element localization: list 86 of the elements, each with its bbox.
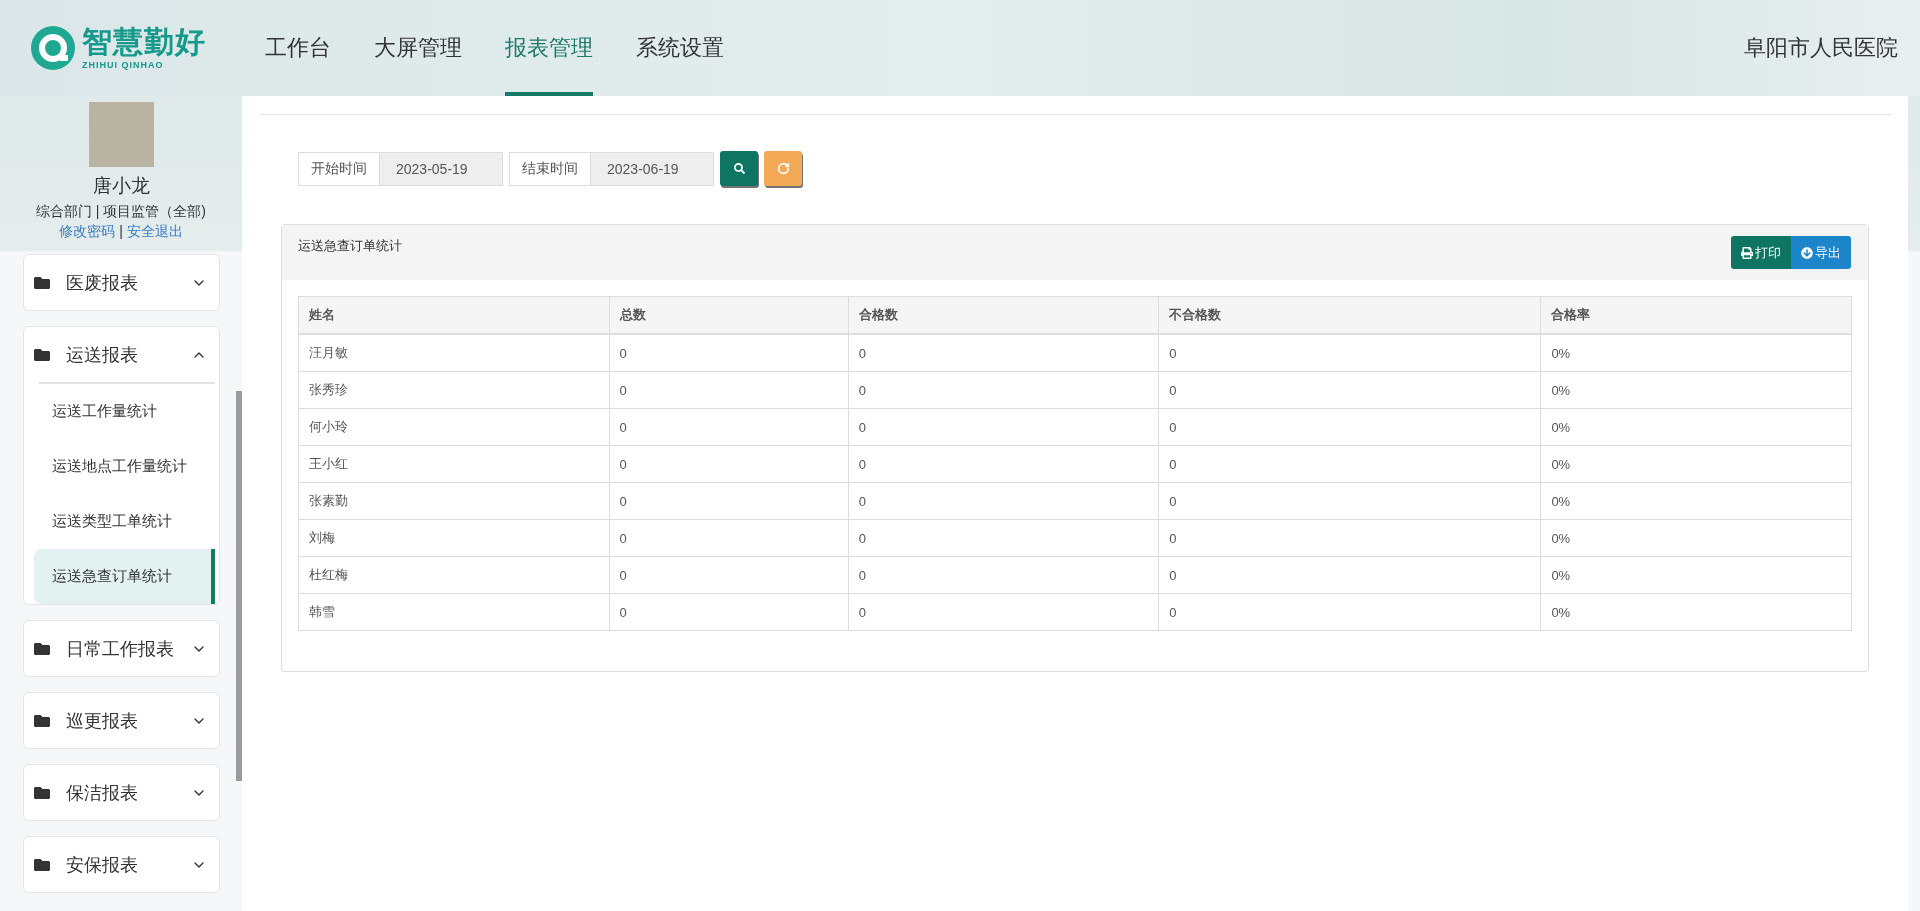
menu-item[interactable]: 运送工作量统计 [34, 384, 215, 439]
menu-group[interactable]: 保洁报表 [24, 765, 219, 820]
folder-icon [34, 856, 50, 873]
table-cell: 0 [1158, 519, 1541, 557]
table-cell: 0 [848, 408, 1159, 446]
table-cell: 0 [1158, 334, 1541, 372]
table-cell: 0% [1540, 593, 1852, 631]
separator: | [119, 223, 123, 241]
table-cell: 0% [1540, 482, 1852, 520]
table-cell: 0% [1540, 445, 1852, 483]
folder-icon [34, 346, 50, 363]
search-button[interactable] [720, 151, 758, 186]
user-link[interactable]: 修改密码 [59, 223, 116, 241]
menu-item[interactable]: 运送急查订单统计 [34, 549, 215, 604]
column-header: 合格率 [1540, 296, 1852, 334]
table-cell: 0% [1540, 334, 1852, 372]
user-department: 综合部门 | 项目监管（全部) [35, 203, 207, 221]
table-cell: 0 [609, 556, 849, 594]
print-button[interactable]: 打印 [1731, 236, 1791, 269]
table-cell: 0 [1158, 408, 1541, 446]
table-cell: 0 [848, 482, 1159, 520]
table-cell: 0% [1540, 408, 1852, 446]
menu-group[interactable]: 巡更报表 [24, 693, 219, 748]
table-cell: 0 [848, 445, 1159, 483]
scrollbar-thumb[interactable] [236, 391, 242, 781]
reset-button[interactable] [764, 151, 802, 186]
menu-group[interactable]: 医废报表 [24, 255, 219, 310]
table-cell: 0 [609, 593, 849, 631]
folder-icon [34, 640, 50, 657]
menu-group[interactable]: 日常工作报表 [24, 621, 219, 676]
table-cell: 0 [1158, 445, 1541, 483]
download-icon [1801, 246, 1813, 259]
nav-tab[interactable]: 系统设置 [636, 0, 724, 96]
table-cell: 0 [848, 371, 1159, 409]
column-header: 姓名 [298, 296, 610, 334]
table-cell: 0 [609, 334, 849, 372]
table-cell: 0 [848, 593, 1159, 631]
table-cell: 张素勤 [298, 482, 610, 520]
nav-tab[interactable]: 大屏管理 [374, 0, 462, 96]
table-cell: 0 [848, 556, 1159, 594]
printer-icon [1741, 246, 1753, 259]
table-cell: 0 [609, 445, 849, 483]
table-cell: 0% [1540, 556, 1852, 594]
table-cell: 杜红梅 [298, 556, 610, 594]
table-cell: 汪月敏 [298, 334, 610, 372]
table-cell: 0 [1158, 593, 1541, 631]
menu-group[interactable]: 安保报表 [24, 837, 219, 892]
table-cell: 0% [1540, 519, 1852, 557]
panel-title: 运送急查订单统计 [298, 237, 403, 255]
column-header: 不合格数 [1158, 296, 1541, 334]
table-cell: 0% [1540, 371, 1852, 409]
date-field[interactable]: 结束时间 2023-06-19 [509, 151, 714, 186]
folder-icon [34, 784, 50, 801]
photo-placeholder [88, 102, 154, 167]
organization-name: 阜阳市人民医院 [1744, 34, 1898, 62]
table-cell: 0 [609, 482, 849, 520]
table-cell: 0 [1158, 556, 1541, 594]
menu-item[interactable]: 运送类型工单统计 [34, 494, 215, 549]
table-cell: 0 [609, 408, 849, 446]
column-header: 合格数 [848, 296, 1159, 334]
menu-group[interactable]: 运送报表 [24, 327, 219, 382]
search-icon [733, 163, 745, 174]
logo-icon [30, 25, 76, 71]
menu-item[interactable]: 运送地点工作量统计 [34, 439, 215, 494]
reset-icon [776, 162, 790, 175]
table-cell: 0 [848, 334, 1159, 372]
logo-title: 智慧勤好 [82, 26, 206, 57]
table-cell: 王小红 [298, 445, 610, 483]
column-header: 总数 [609, 296, 849, 334]
table-cell: 0 [848, 519, 1159, 557]
nav-tab[interactable]: 工作台 [265, 0, 331, 96]
user-link[interactable]: 安全退出 [126, 223, 183, 241]
table-cell: 0 [1158, 371, 1541, 409]
folder-icon [34, 712, 50, 729]
table-cell: 刘梅 [298, 519, 610, 557]
folder-icon [34, 274, 50, 291]
date-field[interactable]: 开始时间 2023-05-19 [298, 151, 503, 186]
user-name: 唐小龙 [92, 174, 150, 198]
table-cell: 0 [609, 371, 849, 409]
table-cell: 张秀珍 [298, 371, 610, 409]
table-cell: 何小玲 [298, 408, 610, 446]
logo-subtitle: ZHIHUI QINHAO [82, 59, 165, 70]
table-cell: 韩雪 [298, 593, 610, 631]
table-cell: 0 [1158, 482, 1541, 520]
table-cell: 0 [609, 519, 849, 557]
export-button[interactable]: 导出 [1791, 236, 1851, 269]
